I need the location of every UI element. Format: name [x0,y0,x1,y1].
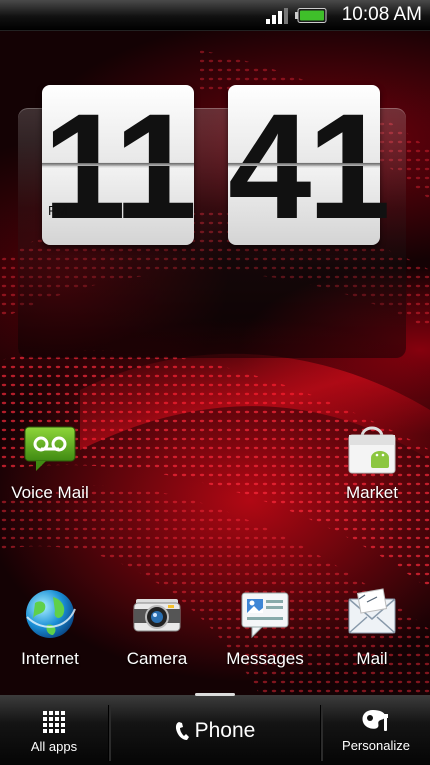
battery-icon [295,8,327,23]
flip-divider [42,163,194,166]
app-mail[interactable]: Mail [322,587,422,669]
grid-icon [43,711,65,733]
app-messages[interactable]: Messages [215,587,315,669]
clock-hours-card: 11 PM [42,82,197,250]
clock-minutes-card: 41 [228,82,391,250]
clock-ampm: PM [48,203,68,218]
clock-hours: 11 [42,82,198,250]
app-label: Messages [226,649,304,668]
status-bar[interactable]: 10:08 AM [0,0,430,31]
phone-label: Phone [194,719,256,742]
phone-handset-icon [175,722,189,740]
mail-envelope-icon [348,588,396,634]
app-market[interactable]: Market [322,425,422,503]
app-internet[interactable]: Internet [0,587,100,669]
camera-icon [133,599,181,632]
paint-palette-icon [362,710,388,731]
app-label: Internet [21,649,79,668]
personalize-label: Personalize [342,738,410,753]
all-apps-label: All apps [30,739,78,754]
app-camera[interactable]: Camera [107,587,207,669]
personalize-button[interactable]: Personalize [322,695,430,765]
app-label: Voice Mail [11,483,89,502]
messages-icon [241,592,289,639]
app-voice-mail[interactable]: Voice Mail [0,425,100,503]
signal-bars-icon [266,8,288,24]
app-label: Mail [356,649,388,668]
all-apps-button[interactable]: All apps [0,695,108,765]
app-label: Market [346,483,398,502]
status-time: 10:08 AM [341,4,422,25]
dock-bar: All apps Phone Personalize [0,693,430,765]
voicemail-icon [24,426,76,471]
clock-minutes: 41 [228,82,391,250]
app-label: Camera [126,649,188,668]
flip-divider [228,163,380,166]
globe-icon [26,590,76,638]
market-bag-icon [348,426,396,474]
phone-button[interactable]: Phone [110,695,320,765]
